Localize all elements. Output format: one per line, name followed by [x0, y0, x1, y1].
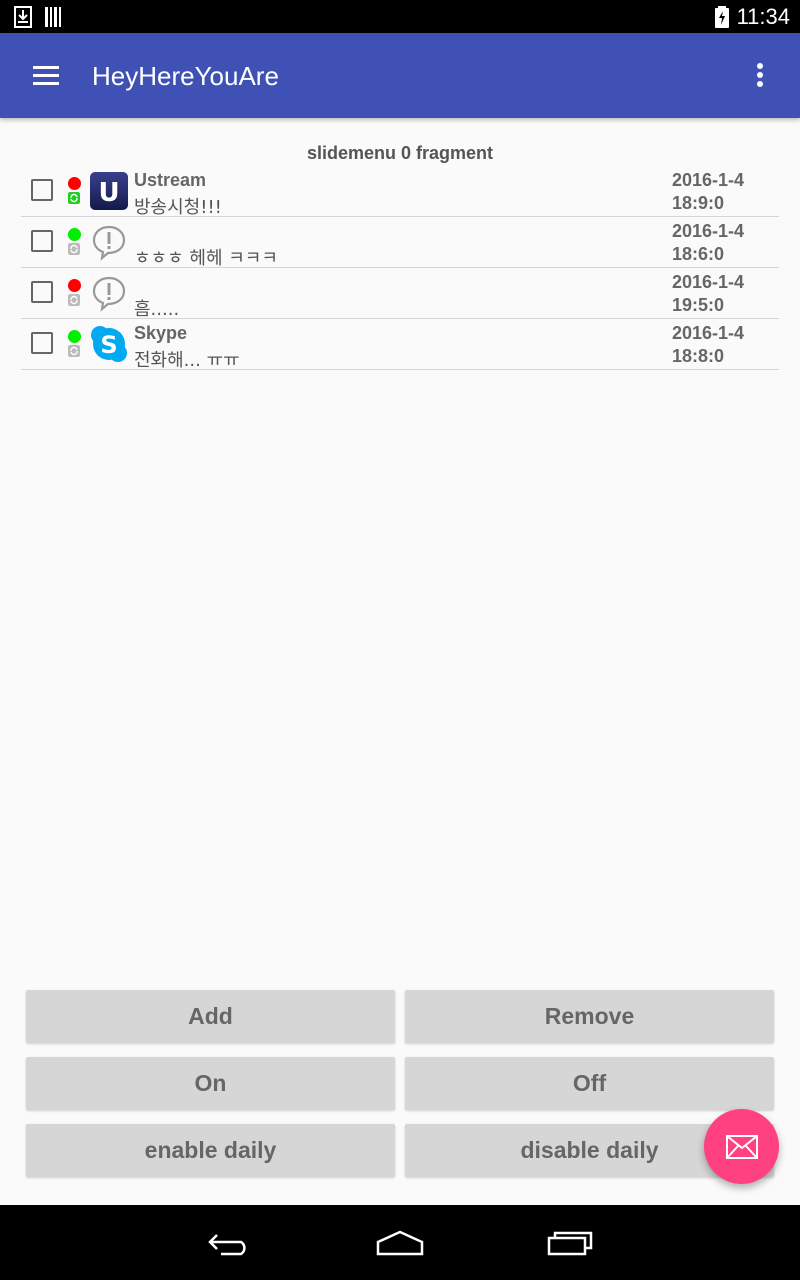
app-title: HeyHereYouAre — [92, 61, 279, 91]
battery-charging-icon — [714, 6, 729, 28]
on-button[interactable]: On — [26, 1057, 395, 1110]
sync-inactive-icon — [68, 294, 80, 306]
sync-active-icon — [68, 192, 80, 204]
list-item[interactable]: U Ustream 방송시청!!! 2016-1-4 18:9:0 — [21, 166, 779, 218]
navigation-bar — [0, 1205, 800, 1280]
item-time: 18:6:0 — [672, 244, 725, 264]
svg-text:U: U — [98, 178, 119, 208]
message-text: 전화해... ㅠㅠ — [134, 350, 240, 371]
app-bar: HeyHereYouAre — [0, 33, 800, 118]
alert-bubble-icon — [92, 276, 126, 312]
list-item[interactable]: S Skype 전화해... ㅠㅠ 2016-1-4 18:8:0 — [21, 319, 779, 371]
item-date: 2016-1-4 — [672, 272, 745, 292]
download-icon — [14, 6, 32, 28]
message-text: 방송시청!!! — [134, 197, 222, 218]
item-time: 19:5:0 — [672, 295, 725, 315]
item-date: 2016-1-4 — [672, 323, 745, 343]
alert-bubble-icon — [92, 225, 126, 261]
sync-inactive-icon — [68, 243, 80, 255]
item-checkbox[interactable] — [31, 230, 53, 252]
status-dot-red — [68, 279, 81, 292]
home-icon — [376, 1230, 424, 1256]
skype-icon: S — [91, 326, 127, 362]
notification-list: U Ustream 방송시청!!! 2016-1-4 18:9:0 ㅎㅎㅎ 헤헤… — [21, 166, 779, 371]
back-button[interactable] — [200, 1225, 260, 1261]
overflow-menu-button[interactable] — [740, 55, 780, 95]
status-dot-green — [68, 330, 81, 343]
status-dot-red — [68, 177, 81, 190]
back-icon — [208, 1234, 246, 1256]
enable-daily-button[interactable]: enable daily — [26, 1124, 395, 1177]
item-time: 18:9:0 — [672, 193, 725, 213]
item-checkbox[interactable] — [31, 281, 53, 303]
item-date: 2016-1-4 — [672, 221, 745, 241]
recents-button[interactable] — [540, 1225, 600, 1261]
home-button[interactable] — [370, 1225, 430, 1261]
mail-icon — [725, 1134, 758, 1159]
app-name: Skype — [134, 323, 188, 343]
barcode-icon — [45, 7, 61, 27]
svg-text:S: S — [100, 331, 117, 359]
mail-fab-button[interactable] — [704, 1109, 779, 1184]
message-text: 흠..... — [134, 299, 180, 320]
recents-icon — [547, 1231, 593, 1256]
fragment-label: slidemenu 0 fragment — [306, 143, 494, 163]
off-button[interactable]: Off — [405, 1057, 774, 1110]
item-time: 18:8:0 — [672, 346, 725, 366]
list-item[interactable]: 흠..... 2016-1-4 19:5:0 — [21, 268, 779, 320]
hamburger-menu-icon — [33, 66, 59, 85]
item-checkbox[interactable] — [31, 179, 53, 201]
status-bar: 11:34 — [0, 0, 800, 33]
menu-button[interactable] — [26, 55, 66, 95]
ustream-icon: U — [90, 172, 128, 210]
item-date: 2016-1-4 — [672, 170, 745, 190]
status-dot-green — [68, 228, 81, 241]
item-checkbox[interactable] — [31, 332, 53, 354]
app-name: Ustream — [134, 170, 207, 190]
status-time: 11:34 — [736, 4, 790, 29]
more-vert-icon — [757, 63, 763, 87]
add-button[interactable]: Add — [26, 990, 395, 1043]
list-item[interactable]: ㅎㅎㅎ 헤헤 ㅋㅋㅋ 2016-1-4 18:6:0 — [21, 217, 779, 269]
sync-inactive-icon — [68, 345, 80, 357]
remove-button[interactable]: Remove — [405, 990, 774, 1043]
message-text: ㅎㅎㅎ 헤헤 ㅋㅋㅋ — [134, 248, 278, 269]
